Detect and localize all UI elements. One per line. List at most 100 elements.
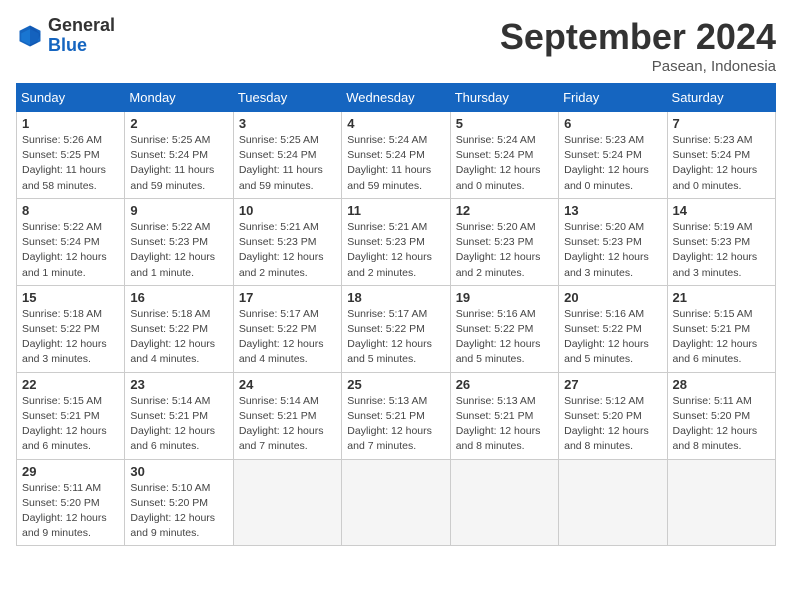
table-row: 1 Sunrise: 5:26 AMSunset: 5:25 PMDaylight…: [17, 112, 125, 199]
day-details: Sunrise: 5:14 AMSunset: 5:21 PMDaylight:…: [130, 394, 227, 455]
day-number: 19: [456, 290, 553, 305]
day-number: 9: [130, 203, 227, 218]
logo-text: General Blue: [48, 16, 115, 56]
day-details: Sunrise: 5:13 AMSunset: 5:21 PMDaylight:…: [347, 394, 444, 455]
weekday-header-row: Sunday Monday Tuesday Wednesday Thursday…: [17, 84, 776, 112]
day-number: 10: [239, 203, 336, 218]
table-row: 24 Sunrise: 5:14 AMSunset: 5:21 PMDayligh…: [233, 372, 341, 459]
day-number: 1: [22, 116, 119, 131]
day-details: Sunrise: 5:25 AMSunset: 5:24 PMDaylight:…: [239, 133, 336, 194]
table-row: 17Sunrise: 5:17 AMSunset: 5:22 PMDayligh…: [233, 285, 341, 372]
table-row: 11 Sunrise: 5:21 AMSunset: 5:23 PMDayligh…: [342, 198, 450, 285]
table-row: 27 Sunrise: 5:12 AMSunset: 5:20 PMDayligh…: [559, 372, 667, 459]
table-row: 22 Sunrise: 5:15 AMSunset: 5:21 PMDayligh…: [17, 372, 125, 459]
day-number: 11: [347, 203, 444, 218]
day-details: Sunrise: 5:23 AMSunset: 5:24 PMDaylight:…: [564, 133, 661, 194]
calendar-table: Sunday Monday Tuesday Wednesday Thursday…: [16, 83, 776, 546]
day-number: 23: [130, 377, 227, 392]
table-row: 12 Sunrise: 5:20 AMSunset: 5:23 PMDayligh…: [450, 198, 558, 285]
header-thursday: Thursday: [450, 84, 558, 112]
day-number: 6: [564, 116, 661, 131]
header-sunday: Sunday: [17, 84, 125, 112]
calendar-week-row: 15Sunrise: 5:18 AMSunset: 5:22 PMDayligh…: [17, 285, 776, 372]
day-details: Sunrise: 5:17 AMSunset: 5:22 PMDaylight:…: [347, 307, 444, 368]
day-details: Sunrise: 5:18 AMSunset: 5:22 PMDaylight:…: [130, 307, 227, 368]
logo-icon: [16, 22, 44, 50]
table-row: 6 Sunrise: 5:23 AMSunset: 5:24 PMDaylight…: [559, 112, 667, 199]
table-row: 10Sunrise: 5:21 AMSunset: 5:23 PMDayligh…: [233, 198, 341, 285]
day-details: Sunrise: 5:21 AMSunset: 5:23 PMDaylight:…: [347, 220, 444, 281]
calendar-week-row: 22 Sunrise: 5:15 AMSunset: 5:21 PMDayligh…: [17, 372, 776, 459]
day-number: 22: [22, 377, 119, 392]
calendar-week-row: 8 Sunrise: 5:22 AMSunset: 5:24 PMDaylight…: [17, 198, 776, 285]
day-details: Sunrise: 5:23 AMSunset: 5:24 PMDaylight:…: [673, 133, 770, 194]
day-details: Sunrise: 5:12 AMSunset: 5:20 PMDaylight:…: [564, 394, 661, 455]
day-number: 2: [130, 116, 227, 131]
day-number: 30: [130, 464, 227, 479]
table-row: [667, 459, 775, 546]
logo: General Blue: [16, 16, 115, 56]
table-row: [342, 459, 450, 546]
day-details: Sunrise: 5:24 AMSunset: 5:24 PMDaylight:…: [347, 133, 444, 194]
day-number: 12: [456, 203, 553, 218]
location: Pasean, Indonesia: [500, 58, 776, 75]
day-details: Sunrise: 5:11 AMSunset: 5:20 PMDaylight:…: [673, 394, 770, 455]
table-row: 23 Sunrise: 5:14 AMSunset: 5:21 PMDayligh…: [125, 372, 233, 459]
table-row: 4 Sunrise: 5:24 AMSunset: 5:24 PMDaylight…: [342, 112, 450, 199]
day-details: Sunrise: 5:25 AMSunset: 5:24 PMDaylight:…: [130, 133, 227, 194]
table-row: 19 Sunrise: 5:16 AMSunset: 5:22 PMDayligh…: [450, 285, 558, 372]
table-row: 18 Sunrise: 5:17 AMSunset: 5:22 PMDayligh…: [342, 285, 450, 372]
day-number: 8: [22, 203, 119, 218]
table-row: 9 Sunrise: 5:22 AMSunset: 5:23 PMDaylight…: [125, 198, 233, 285]
calendar-week-row: 1 Sunrise: 5:26 AMSunset: 5:25 PMDaylight…: [17, 112, 776, 199]
day-number: 21: [673, 290, 770, 305]
day-details: Sunrise: 5:15 AMSunset: 5:21 PMDaylight:…: [22, 394, 119, 455]
day-details: Sunrise: 5:20 AMSunset: 5:23 PMDaylight:…: [456, 220, 553, 281]
day-details: Sunrise: 5:11 AMSunset: 5:20 PMDaylight:…: [22, 481, 119, 542]
day-details: Sunrise: 5:18 AMSunset: 5:22 PMDaylight:…: [22, 307, 119, 368]
day-details: Sunrise: 5:22 AMSunset: 5:23 PMDaylight:…: [130, 220, 227, 281]
day-number: 13: [564, 203, 661, 218]
day-number: 26: [456, 377, 553, 392]
day-details: Sunrise: 5:14 AMSunset: 5:21 PMDaylight:…: [239, 394, 336, 455]
day-details: Sunrise: 5:15 AMSunset: 5:21 PMDaylight:…: [673, 307, 770, 368]
month-title: September 2024: [500, 16, 776, 58]
title-block: September 2024 Pasean, Indonesia: [500, 16, 776, 75]
table-row: 14 Sunrise: 5:19 AMSunset: 5:23 PMDayligh…: [667, 198, 775, 285]
day-details: Sunrise: 5:26 AMSunset: 5:25 PMDaylight:…: [22, 133, 119, 194]
day-details: Sunrise: 5:13 AMSunset: 5:21 PMDaylight:…: [456, 394, 553, 455]
day-number: 29: [22, 464, 119, 479]
day-number: 18: [347, 290, 444, 305]
day-number: 14: [673, 203, 770, 218]
day-number: 7: [673, 116, 770, 131]
table-row: 3 Sunrise: 5:25 AMSunset: 5:24 PMDaylight…: [233, 112, 341, 199]
day-details: Sunrise: 5:16 AMSunset: 5:22 PMDaylight:…: [564, 307, 661, 368]
table-row: 29 Sunrise: 5:11 AMSunset: 5:20 PMDayligh…: [17, 459, 125, 546]
day-number: 27: [564, 377, 661, 392]
day-details: Sunrise: 5:20 AMSunset: 5:23 PMDaylight:…: [564, 220, 661, 281]
day-details: Sunrise: 5:19 AMSunset: 5:23 PMDaylight:…: [673, 220, 770, 281]
day-number: 20: [564, 290, 661, 305]
day-number: 28: [673, 377, 770, 392]
table-row: 25 Sunrise: 5:13 AMSunset: 5:21 PMDayligh…: [342, 372, 450, 459]
day-number: 25: [347, 377, 444, 392]
table-row: 7 Sunrise: 5:23 AMSunset: 5:24 PMDaylight…: [667, 112, 775, 199]
day-details: Sunrise: 5:17 AMSunset: 5:22 PMDaylight:…: [239, 307, 336, 368]
table-row: 5Sunrise: 5:24 AMSunset: 5:24 PMDaylight…: [450, 112, 558, 199]
table-row: 20 Sunrise: 5:16 AMSunset: 5:22 PMDayligh…: [559, 285, 667, 372]
day-number: 24: [239, 377, 336, 392]
day-number: 4: [347, 116, 444, 131]
day-details: Sunrise: 5:24 AMSunset: 5:24 PMDaylight:…: [456, 133, 553, 194]
header-friday: Friday: [559, 84, 667, 112]
day-details: Sunrise: 5:16 AMSunset: 5:22 PMDaylight:…: [456, 307, 553, 368]
table-row: 16Sunrise: 5:18 AMSunset: 5:22 PMDayligh…: [125, 285, 233, 372]
table-row: 21 Sunrise: 5:15 AMSunset: 5:21 PMDayligh…: [667, 285, 775, 372]
table-row: 28 Sunrise: 5:11 AMSunset: 5:20 PMDayligh…: [667, 372, 775, 459]
header-wednesday: Wednesday: [342, 84, 450, 112]
calendar-week-row: 29 Sunrise: 5:11 AMSunset: 5:20 PMDayligh…: [17, 459, 776, 546]
day-number: 3: [239, 116, 336, 131]
table-row: [559, 459, 667, 546]
header-tuesday: Tuesday: [233, 84, 341, 112]
day-details: Sunrise: 5:22 AMSunset: 5:24 PMDaylight:…: [22, 220, 119, 281]
header-saturday: Saturday: [667, 84, 775, 112]
